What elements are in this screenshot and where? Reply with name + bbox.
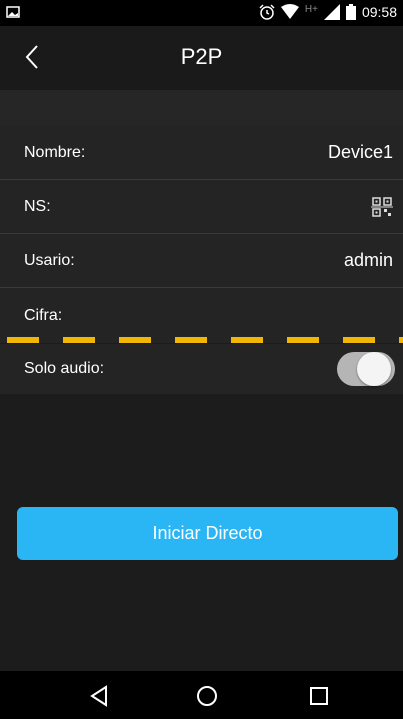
alarm-icon [259, 4, 275, 20]
status-icons: H+ 09:58 [259, 4, 397, 20]
page-title: P2P [180, 44, 223, 69]
toggle-knob [357, 352, 391, 386]
dashed-divider [7, 337, 403, 343]
audio-only-row: Solo audio: [0, 344, 403, 394]
name-row[interactable]: Nombre: Device1 [0, 126, 403, 180]
battery-icon [345, 4, 356, 20]
status-time: 09:58 [361, 4, 397, 20]
password-label: Cifra: [24, 306, 63, 324]
name-field[interactable]: Device1 [328, 142, 393, 163]
signal-icon [323, 4, 340, 20]
nav-back-icon[interactable] [86, 683, 112, 709]
image-notification-icon [6, 6, 20, 18]
title-bar: P2P [0, 26, 403, 90]
user-field[interactable]: admin [344, 250, 393, 271]
user-row[interactable]: Usario: admin [0, 234, 403, 288]
section-spacer [0, 90, 403, 126]
audio-only-toggle[interactable] [337, 352, 395, 386]
system-nav-bar [0, 671, 403, 719]
ns-label: NS: [24, 197, 51, 215]
name-label: Nombre: [24, 143, 86, 161]
nav-recents-icon[interactable] [306, 683, 332, 709]
network-type: H+ [304, 3, 318, 15]
user-label: Usario: [24, 251, 75, 269]
password-row[interactable]: Cifra: [0, 288, 403, 343]
audio-only-label: Solo audio: [24, 360, 105, 377]
wifi-icon [280, 4, 299, 19]
device-form: Nombre: Device1 NS: Usario: admin Cifra: [0, 126, 403, 343]
nav-home-icon[interactable] [194, 683, 220, 709]
start-live-button[interactable]: Iniciar Directo [17, 507, 398, 560]
qr-scan-icon[interactable] [371, 196, 393, 218]
ns-row[interactable]: NS: [0, 180, 403, 234]
status-bar: H+ 09:58 [0, 0, 403, 26]
